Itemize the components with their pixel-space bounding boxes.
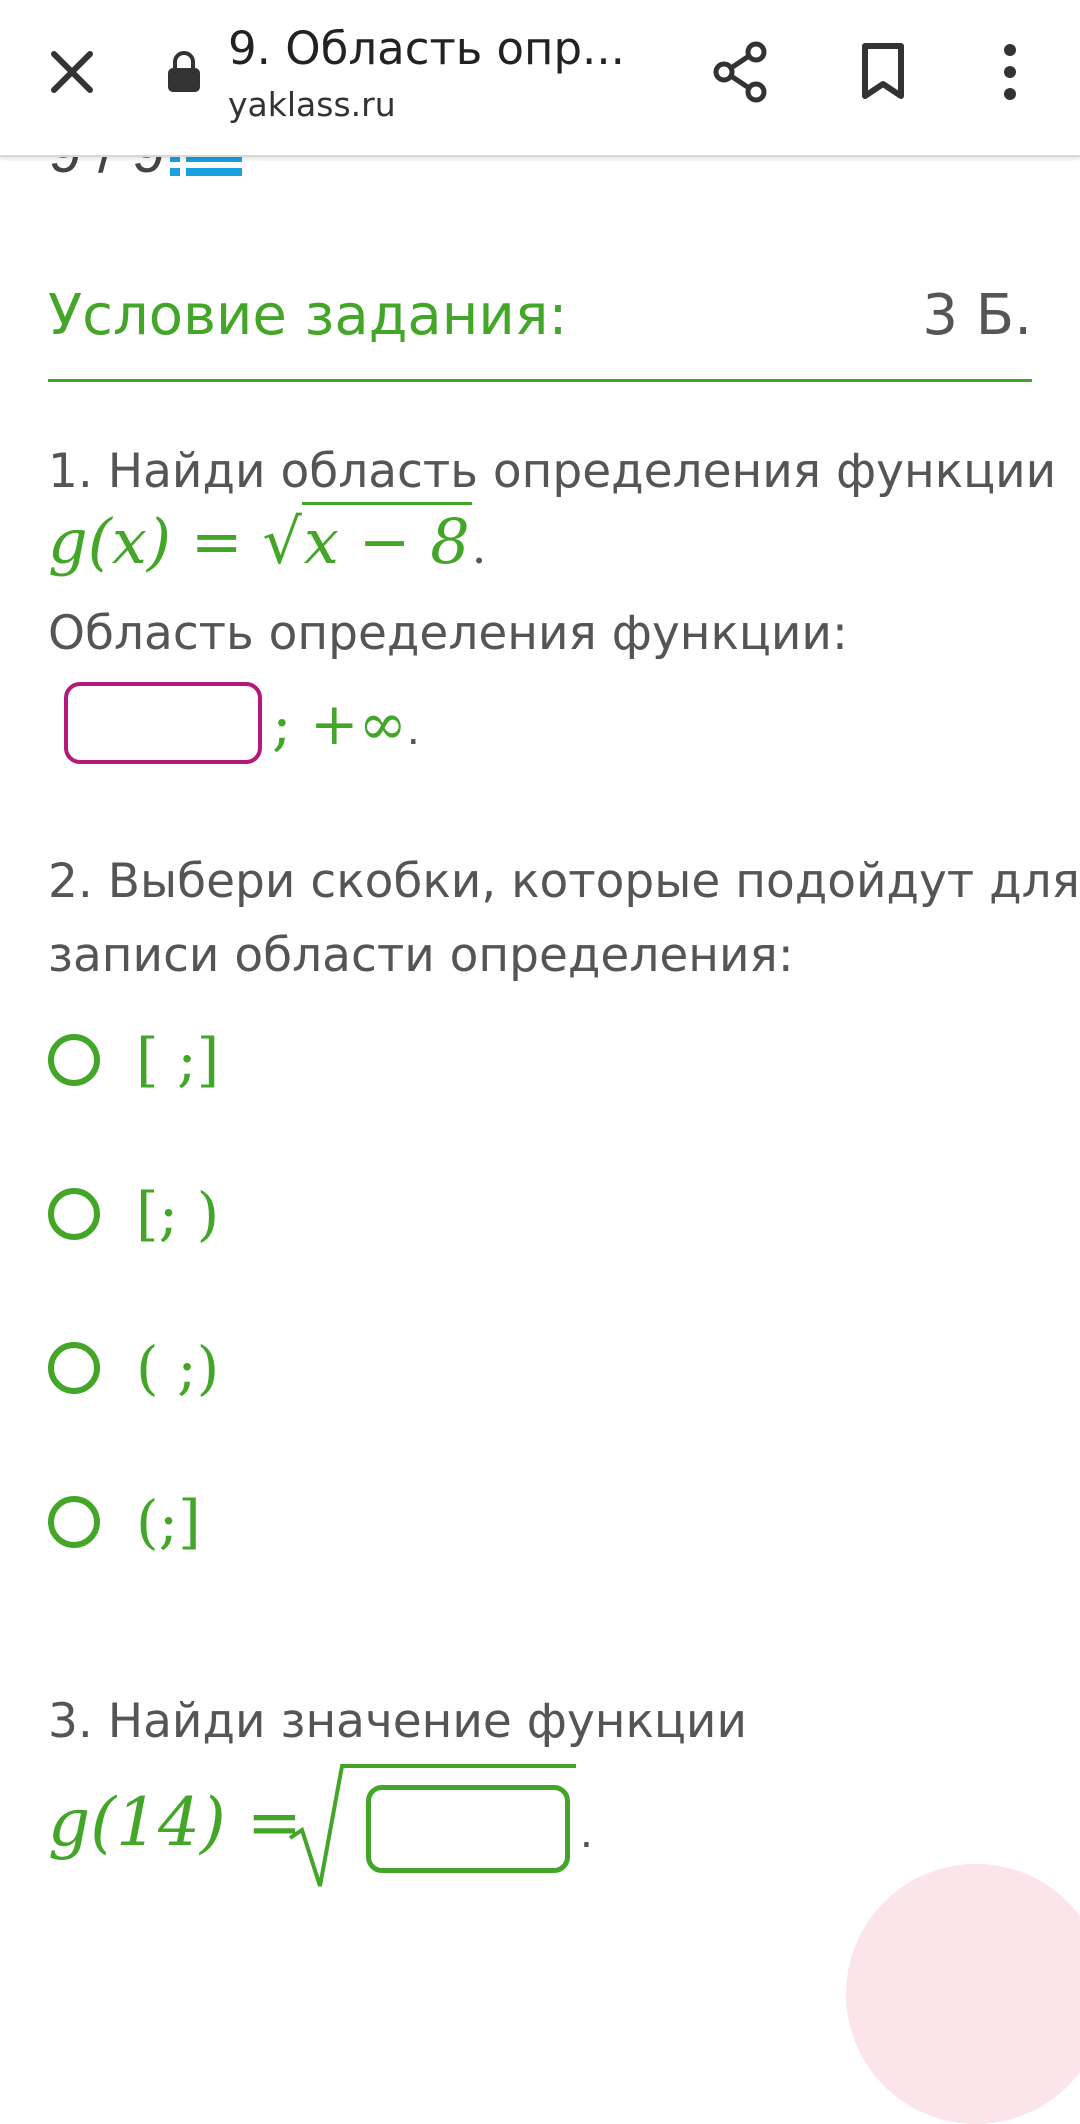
q2-option-2-label[interactable]: [; ) bbox=[136, 1180, 219, 1248]
q1-answer-tail: ; +∞. bbox=[272, 690, 420, 758]
task-points: 3 Б. bbox=[922, 283, 1032, 348]
q1-formula-period: . bbox=[471, 520, 487, 574]
sqrt-sign: √x − 8 bbox=[262, 502, 472, 578]
floating-action-shape bbox=[846, 1864, 1080, 2124]
q2-option-4-label[interactable]: (;] bbox=[136, 1488, 201, 1556]
page-url[interactable]: yaklass.ru bbox=[228, 85, 396, 124]
q1-prompt: 1. Найди область определения функции bbox=[48, 444, 1057, 499]
browser-toolbar: 9. Область опр... yaklass.ru bbox=[0, 0, 1080, 157]
q2-option-1-label[interactable]: [ ;] bbox=[136, 1026, 219, 1094]
task-condition-title: Условие задания: bbox=[48, 283, 568, 348]
q2-prompt-line1: 2. Выбери скобки, которые подойдут для bbox=[48, 854, 1080, 909]
more-icon[interactable] bbox=[996, 42, 1024, 102]
lock-icon bbox=[168, 51, 200, 92]
q1-formula-lhs: g(x) = bbox=[48, 505, 263, 578]
q3-answer-input[interactable] bbox=[366, 1785, 570, 1873]
q3-formula: g(14) = bbox=[48, 1784, 302, 1861]
q1-answer-period: . bbox=[406, 702, 420, 754]
q1-formula: g(x) = √x − 8. bbox=[48, 502, 487, 578]
q2-option-3-radio[interactable] bbox=[48, 1342, 100, 1394]
q3-prompt: 3. Найди значение функции bbox=[48, 1694, 747, 1749]
close-icon[interactable] bbox=[48, 48, 96, 96]
q2-prompt-line2: записи области определения: bbox=[48, 928, 794, 983]
q1-interval-end: ; +∞ bbox=[272, 690, 407, 758]
q3-formula-period: . bbox=[580, 1805, 593, 1857]
page-title: 9. Область опр... bbox=[228, 22, 625, 75]
q3-formula-lhs: g(14) = bbox=[48, 1784, 303, 1861]
share-icon[interactable] bbox=[710, 40, 770, 104]
q2-option-1-radio[interactable] bbox=[48, 1034, 100, 1086]
task-header: Условие задания: 3 Б. bbox=[48, 283, 1032, 382]
q1-answer-input[interactable] bbox=[64, 682, 262, 764]
q2-option-3-label[interactable]: ( ;) bbox=[136, 1334, 219, 1402]
bookmark-icon[interactable] bbox=[860, 42, 906, 100]
q1-domain-label: Область определения функции: bbox=[48, 606, 848, 661]
q1-radicand: x − 8 bbox=[301, 502, 472, 578]
q2-option-2-radio[interactable] bbox=[48, 1188, 100, 1240]
q2-option-4-radio[interactable] bbox=[48, 1496, 100, 1548]
